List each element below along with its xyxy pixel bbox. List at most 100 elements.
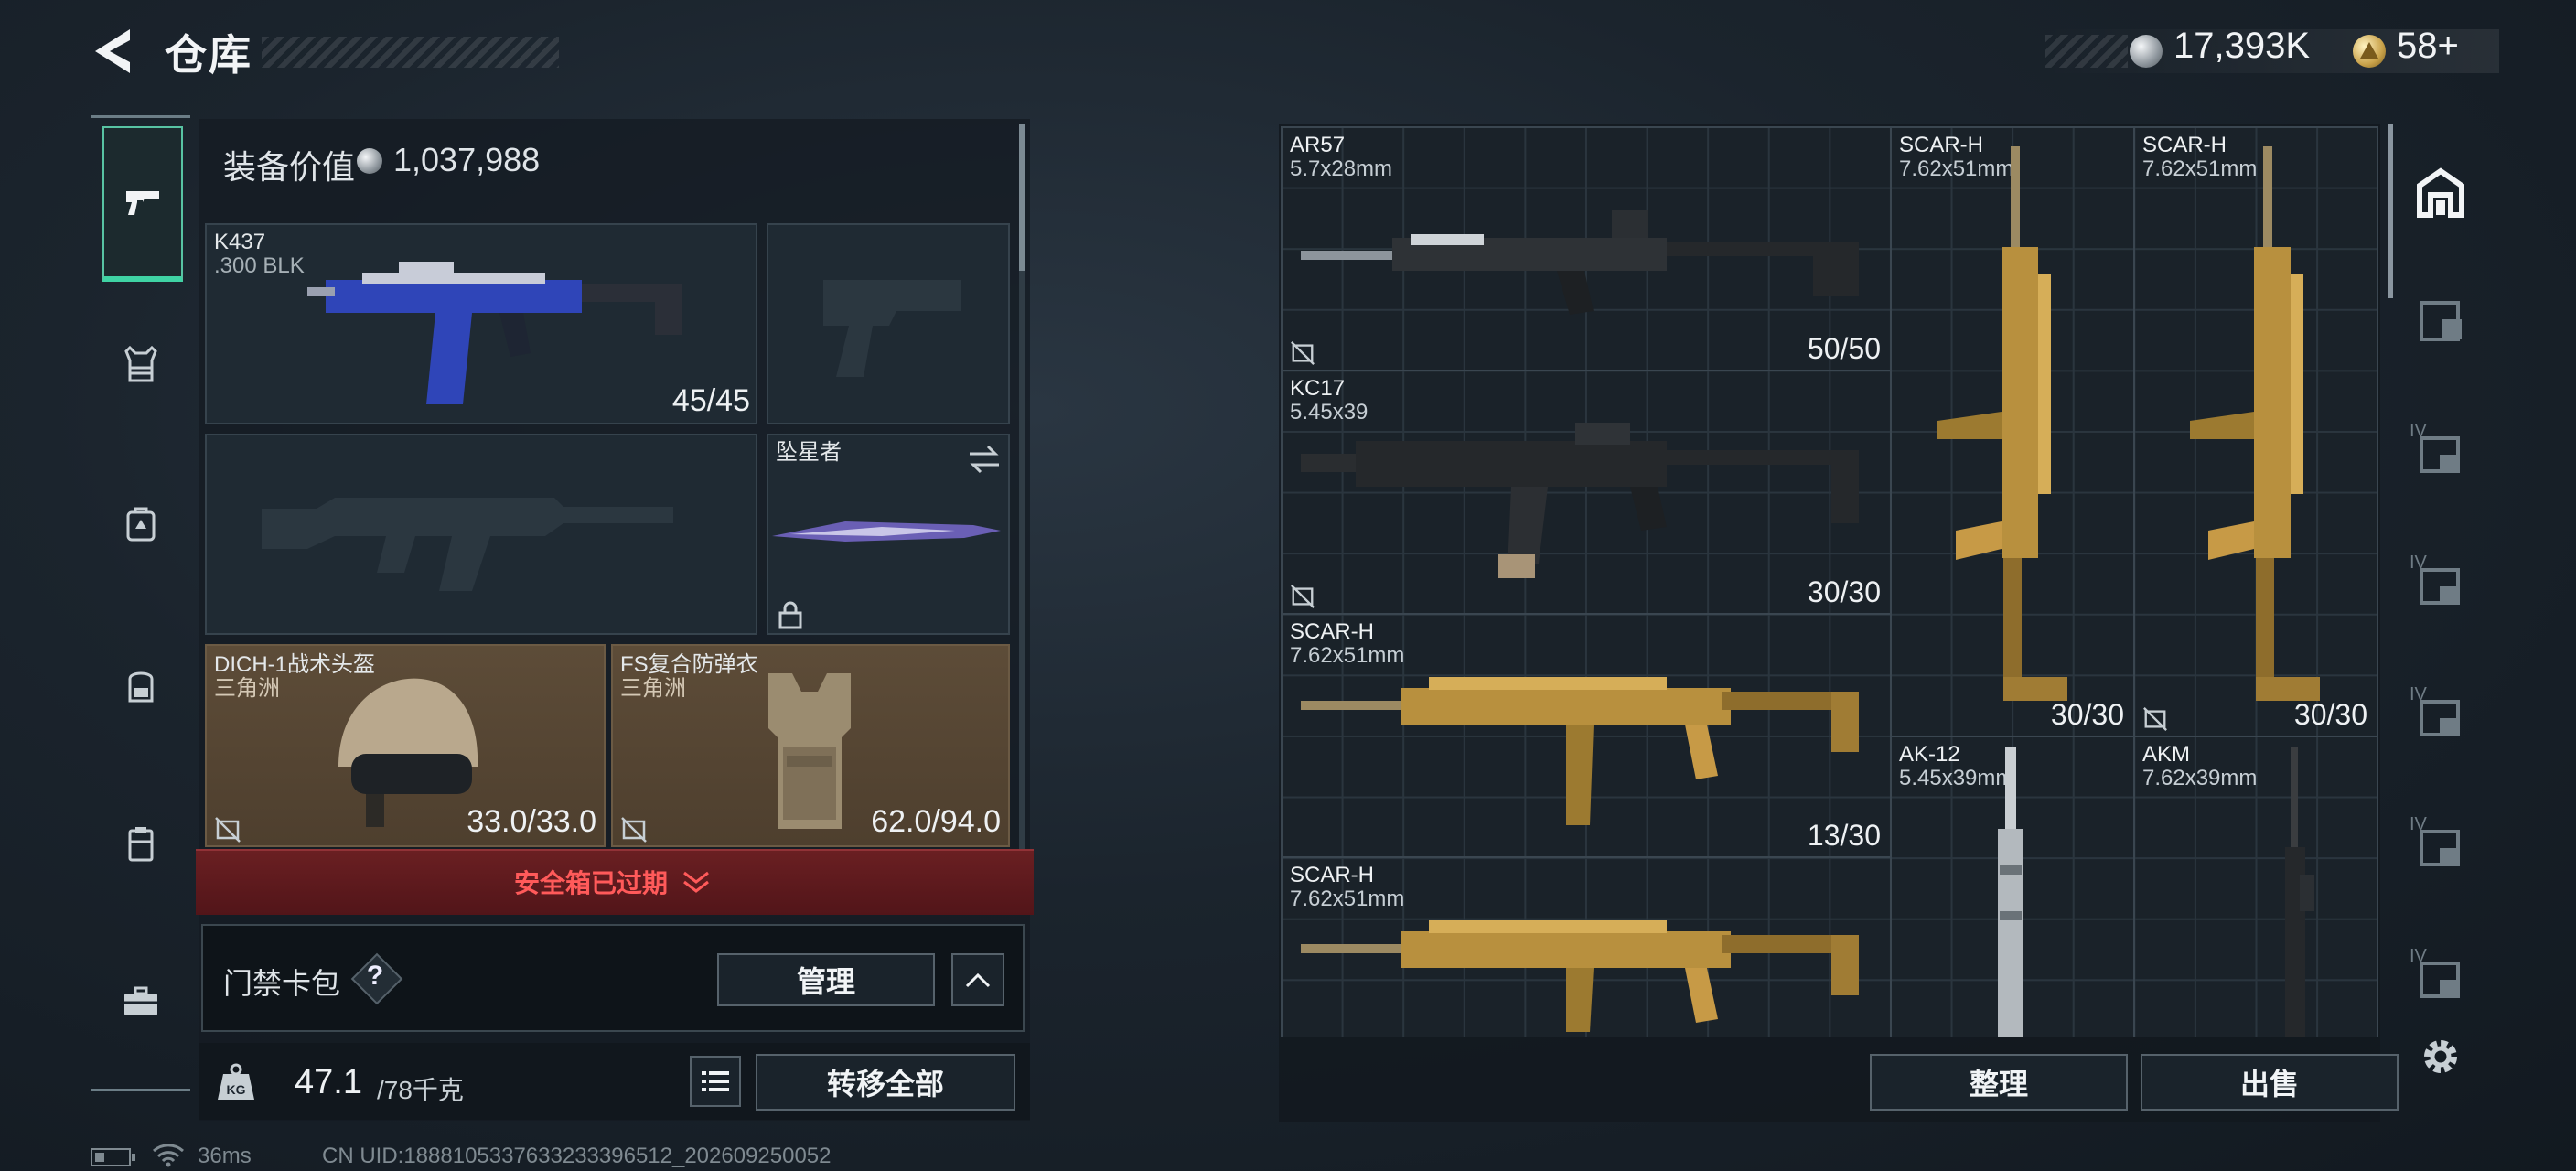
melee-slot[interactable]: 坠星者: [767, 434, 1010, 635]
secondary-weapon-slot-empty[interactable]: [205, 434, 757, 635]
stash-item[interactable]: AK-12 5.45x39mm: [1890, 736, 2135, 1037]
stash-scrollbar[interactable]: [2388, 124, 2393, 298]
primary-weapon-slot[interactable]: K437 .300 BLK 45/45: [205, 223, 757, 424]
armor-slot[interactable]: FS复合防弹衣 三角洲 62.0/94.0: [611, 644, 1010, 847]
list-icon: [702, 1071, 729, 1091]
no-insurance-icon: [2143, 707, 2167, 731]
battery-icon: [91, 1148, 135, 1166]
help-mark: ?: [366, 961, 384, 991]
scar-h-gold-rifle-icon: [1937, 146, 2067, 701]
manage-button[interactable]: 管理: [717, 953, 935, 1006]
equipment-scroll-thumb[interactable]: [1019, 124, 1025, 271]
stash-tab-3[interactable]: IV: [2410, 553, 2472, 615]
stash-tab-1[interactable]: [2410, 289, 2472, 351]
settings-button[interactable]: [2410, 1028, 2472, 1085]
item-name: AR57: [1290, 133, 1346, 157]
no-insurance-icon: [1291, 341, 1315, 365]
back-arrow-icon: [95, 29, 130, 73]
container-icon: [128, 827, 154, 862]
armor-source: 三角洲: [620, 676, 686, 701]
helmet-slot[interactable]: DICH-1战术头盔 三角洲 33.0/33.0: [205, 644, 606, 847]
stash-item[interactable]: SCAR-H 7.62x51mm 30/30: [2133, 126, 2378, 737]
no-insurance-icon: [621, 817, 647, 843]
stash-item[interactable]: SCAR-H 7.62x51mm 13/30: [1281, 613, 1892, 858]
stash-item[interactable]: KC17 5.45x39 30/30: [1281, 370, 1892, 615]
primary-weapon-ammo: 45/45: [671, 383, 750, 418]
item-ammo: 50/50: [1807, 332, 1881, 365]
nav-item-pack[interactable]: [102, 485, 179, 562]
chevron-up-icon: [965, 972, 991, 988]
weight-max: /78千克: [377, 1076, 464, 1104]
organize-button[interactable]: 整理: [1870, 1054, 2128, 1111]
no-insurance-icon: [1291, 585, 1315, 608]
tab-tier-label: IV: [2410, 553, 2427, 573]
stash-tab-5[interactable]: IV: [2410, 814, 2472, 876]
weight-current: 47.1: [295, 1063, 362, 1101]
stash-item[interactable]: SCAR-H 7.62x51mm 30/30: [1890, 126, 2135, 737]
back-button[interactable]: [90, 26, 135, 77]
stash-tab-6[interactable]: IV: [2410, 946, 2472, 1008]
no-insurance-icon: [215, 817, 241, 843]
item-ammo: 13/30: [1807, 819, 1881, 852]
ping-text: 36ms: [198, 1144, 252, 1168]
sell-button[interactable]: 出售: [2141, 1054, 2399, 1111]
item-ammo: 30/30: [2050, 698, 2124, 731]
tab-tier-label: IV: [2410, 946, 2427, 966]
stash-item[interactable]: AR57 5.7x28mm 50/50: [1281, 126, 1892, 371]
primary-weapon-name: K437: [214, 230, 266, 254]
gear-icon: [2424, 1040, 2457, 1073]
body-armor-icon: [768, 673, 851, 829]
item-name: AKM: [2142, 742, 2191, 767]
item-caliber: 7.62x39mm: [2142, 766, 2258, 790]
backpack-icon: [128, 671, 154, 703]
silver-currency-value: 17,393K: [2174, 26, 2311, 66]
helmet-durability: 33.0/33.0: [467, 804, 596, 839]
stash-grid: AR57 5.7x28mm 50/50 KC17 5.45x39 30/30 S…: [1281, 126, 2378, 1037]
lock-icon: [778, 601, 802, 629]
pistol-icon: [126, 191, 159, 215]
scar-h-gold-rifle-icon: [1301, 920, 1859, 1032]
item-name: AK-12: [1899, 742, 1960, 767]
item-ammo: 30/30: [1807, 575, 1881, 608]
list-view-button[interactable]: [690, 1056, 741, 1107]
sidearm-slot-empty[interactable]: [767, 223, 1010, 424]
knife-icon: [772, 521, 1001, 542]
title-decoration: [262, 37, 559, 68]
chevron-down-icon: [683, 871, 709, 893]
scar-h-gold-rifle-icon: [1301, 677, 1859, 825]
safe-box-status: 安全箱已过期: [514, 869, 669, 897]
stash-tab-2[interactable]: IV: [2410, 421, 2472, 483]
stash-tab-4[interactable]: IV: [2410, 684, 2472, 747]
nav-divider: [91, 115, 190, 118]
briefcase-icon: [124, 986, 157, 1015]
silver-coin-icon: [357, 148, 382, 174]
helmet-source: 三角洲: [214, 676, 280, 701]
storage-box-icon: [2420, 301, 2462, 341]
tab-tier-label: IV: [2410, 814, 2427, 834]
warehouse-icon: [2417, 167, 2464, 218]
melee-name: 坠星者: [776, 440, 842, 465]
kc17-rifle-icon: [1301, 423, 1859, 578]
stash-item[interactable]: SCAR-H 7.62x51mm: [1281, 856, 1892, 1037]
stash-tab-home[interactable]: [2410, 161, 2472, 223]
gold-currency-value: 58+: [2397, 26, 2459, 66]
nav-item-backpack[interactable]: [102, 646, 179, 723]
nav-item-briefcase[interactable]: [102, 962, 179, 1039]
transfer-all-button[interactable]: 转移全部: [756, 1054, 1015, 1111]
nav-item-firearm[interactable]: [102, 126, 183, 282]
vest-icon: [124, 345, 157, 382]
collapse-button[interactable]: [951, 953, 1004, 1006]
stash-item[interactable]: AKM 7.62x39mm: [2133, 736, 2378, 1037]
item-name: SCAR-H: [1290, 619, 1375, 644]
ak-12-rifle-icon: [1998, 747, 2023, 1037]
armor-name: FS复合防弹衣: [620, 652, 758, 677]
keycard-pack-label: 门禁卡包: [223, 967, 341, 1000]
weight-kg-icon: KG: [218, 1063, 254, 1100]
swap-arrows-icon[interactable]: [966, 443, 1003, 476]
item-name: SCAR-H: [1290, 863, 1375, 887]
page-title: 仓库: [165, 31, 252, 79]
gold-triangle-coin-icon: [2353, 35, 2386, 68]
nav-item-container[interactable]: [102, 805, 179, 882]
nav-item-vest[interactable]: [102, 326, 179, 403]
rifle-silhouette-icon: [262, 498, 673, 591]
